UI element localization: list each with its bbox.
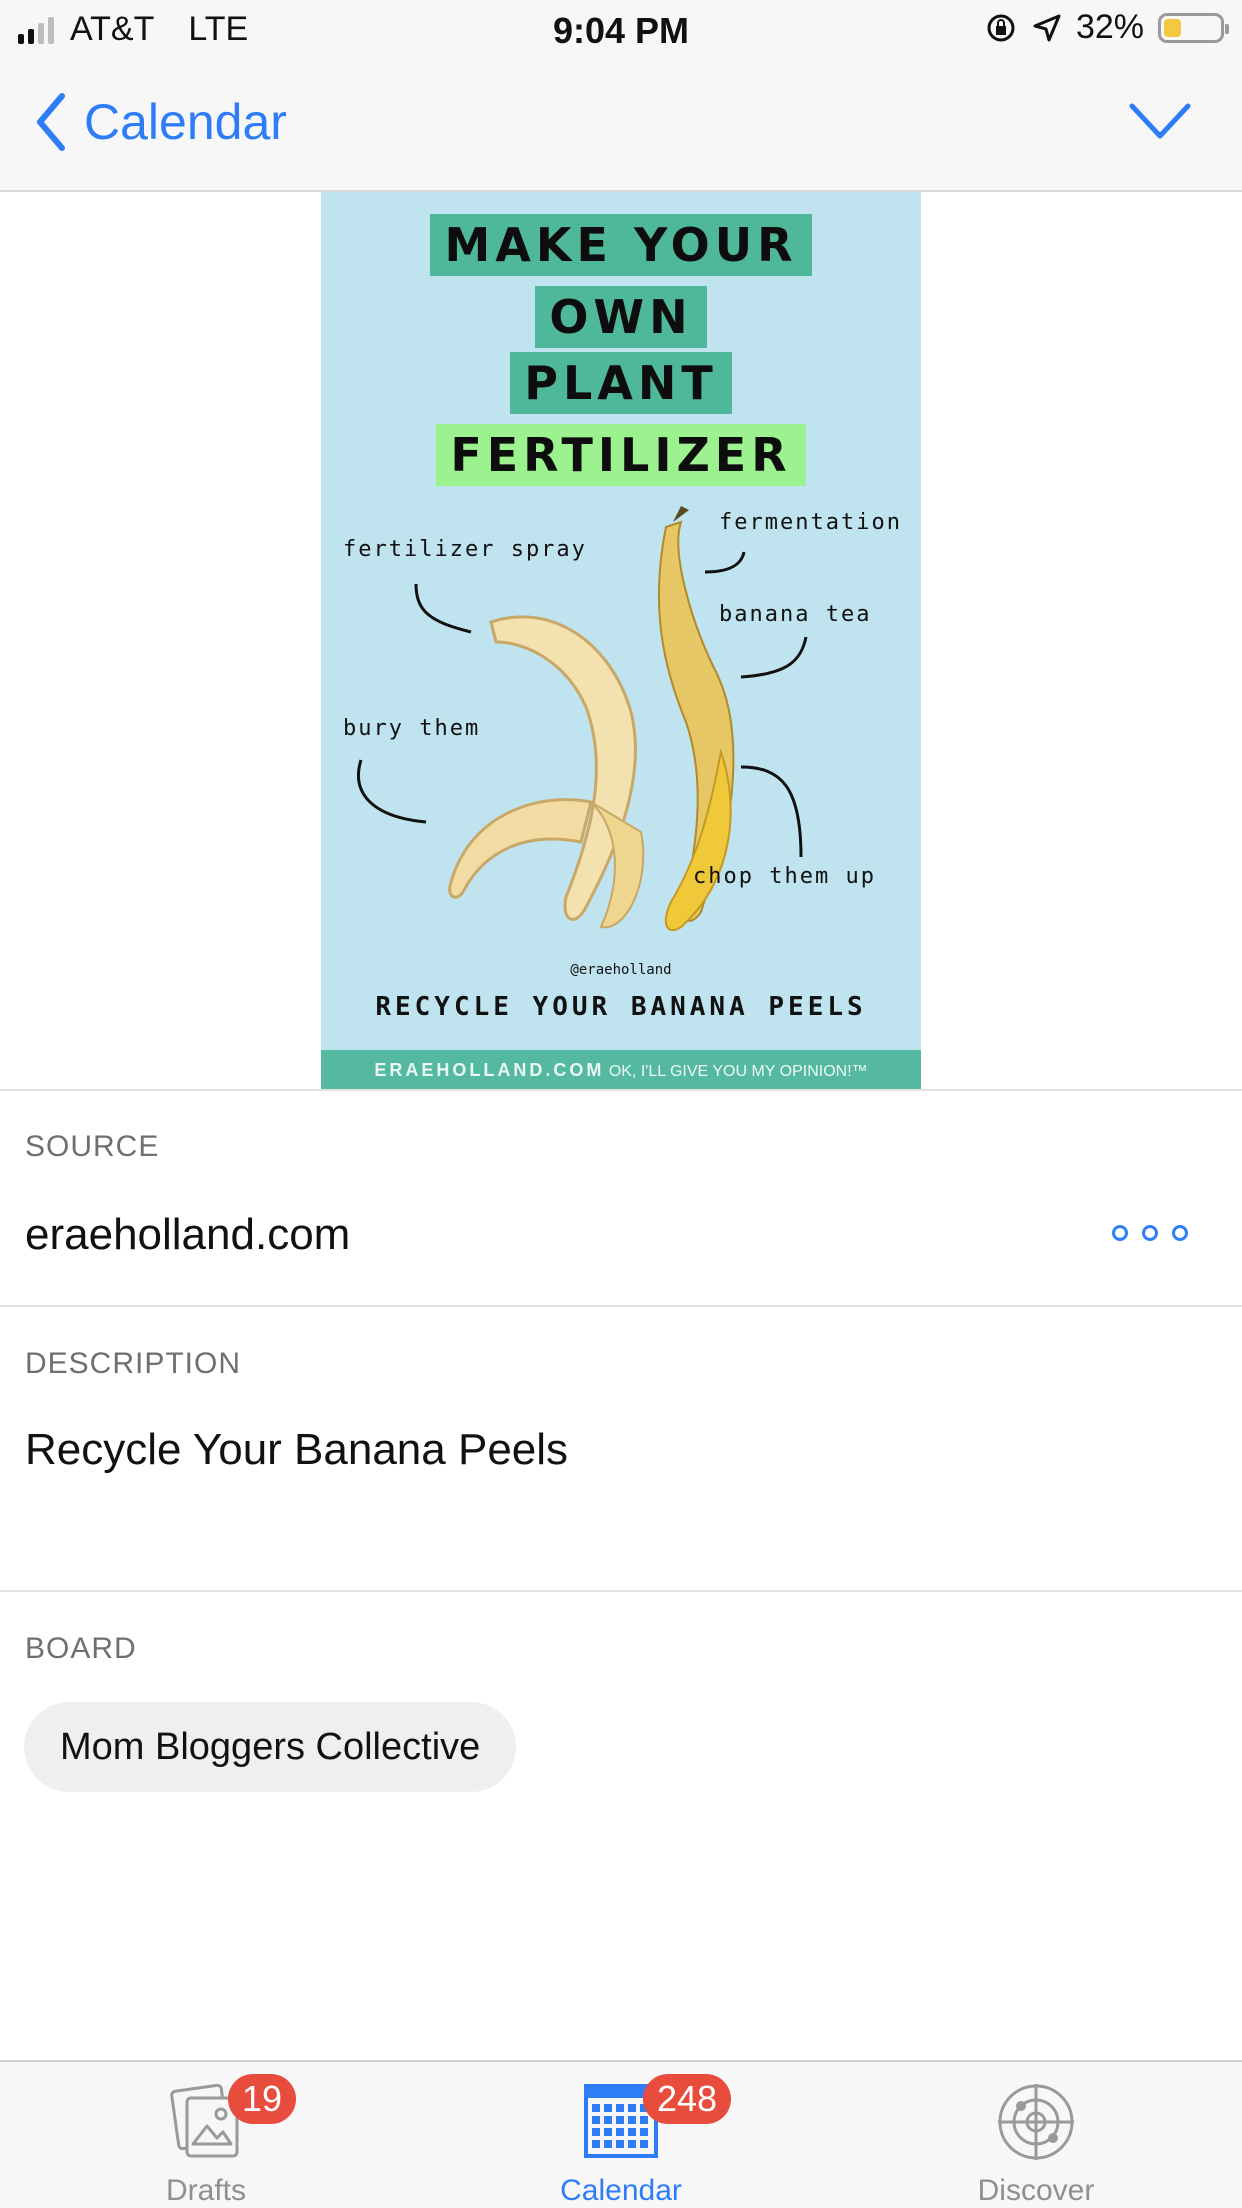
- dot: [1112, 1225, 1128, 1241]
- calendar-cell: [640, 2140, 648, 2148]
- location-arrow-icon: [1033, 14, 1061, 41]
- pin-footer-tagline: OK, I'LL GIVE YOU MY OPINION!™: [608, 1063, 868, 1080]
- tab-calendar-label: Calendar: [560, 2174, 682, 2207]
- pin-handle: @eraeholland: [570, 962, 672, 978]
- description-value[interactable]: Recycle Your Banana Peels: [25, 1425, 568, 1475]
- pin-footer: ERAEHOLLAND.COM OK, I'LL GIVE YOU MY OPI…: [321, 1050, 921, 1090]
- calendar-cell: [604, 2140, 612, 2148]
- navigation-bar: Calendar: [0, 62, 1242, 192]
- dot: [1172, 1225, 1188, 1241]
- tab-bar: 19 Drafts 248 Calendar Discover: [0, 2060, 1242, 2208]
- tab-drafts[interactable]: 19 Drafts: [56, 2062, 356, 2208]
- pin-image: MAKE YOUR OWN PLANT FERTILIZER fertilize…: [321, 192, 921, 1090]
- pin-title-line-1: MAKE YOUR: [430, 214, 812, 276]
- calendar-cell: [592, 2116, 600, 2124]
- description-label: DESCRIPTION: [25, 1347, 242, 1380]
- annotation-chop-them-up: chop them up: [693, 864, 876, 889]
- pin-title-line-2: OWN: [535, 286, 707, 348]
- back-button-label: Calendar: [84, 94, 287, 150]
- pin-title-line-4: FERTILIZER: [436, 424, 806, 486]
- annotation-fertilizer-spray: fertilizer spray: [343, 537, 587, 562]
- status-bar: AT&T LTE 9:04 PM 32%: [0, 0, 1242, 62]
- calendar-cell: [592, 2104, 600, 2112]
- pin-recycle-text: RECYCLE YOUR BANANA PEELS: [375, 992, 867, 1022]
- calendar-badge: 248: [643, 2074, 732, 2124]
- dot: [1142, 1225, 1158, 1241]
- board-chip[interactable]: Mom Bloggers Collective: [24, 1702, 517, 1792]
- source-label: SOURCE: [25, 1130, 160, 1163]
- calendar-cell: [616, 2128, 624, 2136]
- calendar-cell: [628, 2140, 636, 2148]
- pin-footer-site: ERAEHOLLAND.COM: [374, 1060, 605, 1080]
- board-label: BOARD: [25, 1632, 137, 1665]
- drafts-badge: 19: [228, 2074, 297, 2124]
- calendar-cell: [592, 2140, 600, 2148]
- source-value[interactable]: eraeholland.com: [25, 1210, 350, 1260]
- calendar-cell: [604, 2104, 612, 2112]
- battery-icon: [1158, 12, 1229, 43]
- calendar-cell: [640, 2128, 648, 2136]
- battery-percent: 32%: [1075, 8, 1144, 46]
- back-button[interactable]: Calendar: [34, 92, 287, 152]
- discover-icon: [998, 2084, 1074, 2160]
- tab-drafts-label: Drafts: [165, 2174, 246, 2207]
- annotation-banana-tea: banana tea: [719, 602, 872, 627]
- calendar-cell: [628, 2116, 636, 2124]
- divider: [0, 1590, 1242, 1592]
- calendar-cell: [616, 2116, 624, 2124]
- divider: [0, 1089, 1242, 1091]
- calendar-cell: [628, 2104, 636, 2112]
- calendar-cell: [616, 2104, 624, 2112]
- tab-calendar[interactable]: 248 Calendar: [471, 2062, 771, 2208]
- calendar-cell: [604, 2116, 612, 2124]
- more-options-button[interactable]: [1112, 1225, 1188, 1241]
- calendar-cell: [628, 2128, 636, 2136]
- orientation-lock-icon: [987, 14, 1015, 41]
- checkmark-icon[interactable]: [1128, 98, 1192, 144]
- calendar-cell: [604, 2128, 612, 2136]
- tab-discover-label: Discover: [977, 2174, 1095, 2207]
- calendar-cell: [592, 2128, 600, 2136]
- calendar-cell: [616, 2140, 624, 2148]
- calendar-cell: [640, 2116, 648, 2124]
- annotation-bury-them: bury them: [343, 716, 481, 741]
- divider: [0, 1305, 1242, 1307]
- annotation-fermentation: fermentation: [719, 510, 902, 535]
- pin-title-line-3: PLANT: [510, 352, 732, 414]
- chevron-left-icon: [37, 93, 65, 151]
- tab-discover[interactable]: Discover: [886, 2062, 1186, 2208]
